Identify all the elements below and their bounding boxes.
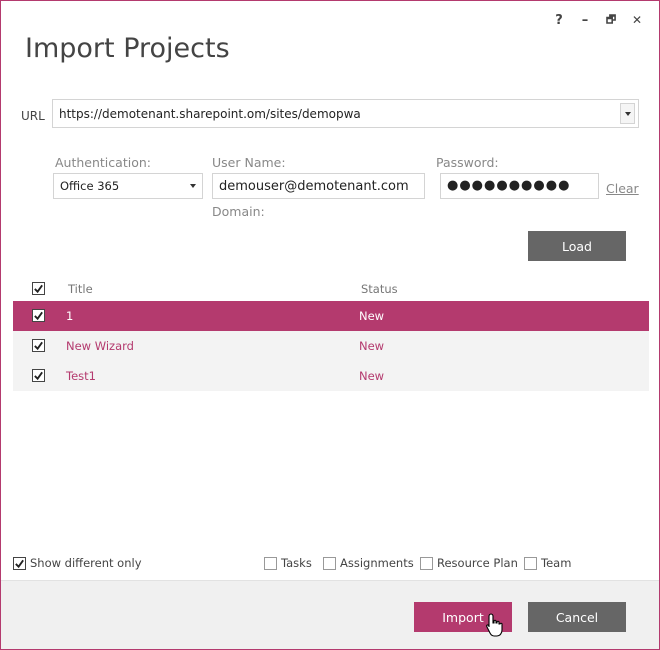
password-field[interactable]: ●●●●●●●●●● (440, 173, 599, 199)
show-different-only-checkbox[interactable] (13, 557, 26, 570)
checkmark-icon (34, 371, 43, 381)
row-status: New (359, 369, 385, 383)
chevron-down-icon (189, 184, 196, 188)
select-all-checkbox[interactable] (32, 282, 45, 295)
row-checkbox[interactable] (32, 339, 45, 352)
assignments-label[interactable]: Assignments (340, 556, 414, 570)
resource-plan-checkbox[interactable] (420, 557, 433, 570)
show-different-only-label[interactable]: Show different only (30, 556, 142, 570)
authentication-dropdown-button[interactable] (185, 176, 200, 196)
checkmark-icon (34, 311, 43, 321)
checkmark-icon (34, 284, 43, 294)
authentication-select[interactable]: Office 365 (53, 173, 203, 199)
table-row[interactable]: Test1 New (13, 361, 649, 391)
clear-link[interactable]: Clear (606, 181, 639, 196)
dialog-footer: Import Cancel (1, 580, 659, 649)
username-field[interactable]: demouser@demotenant.com (212, 173, 425, 199)
tasks-label[interactable]: Tasks (281, 556, 312, 570)
row-title: Test1 (66, 369, 96, 383)
column-header-title[interactable]: Title (68, 282, 93, 296)
load-button-label: Load (562, 238, 592, 254)
url-label: URL (21, 109, 45, 123)
import-button-label: Import (442, 609, 484, 625)
username-label: User Name: (212, 155, 286, 170)
authentication-label: Authentication: (55, 155, 151, 170)
cancel-button-label: Cancel (555, 609, 599, 625)
row-checkbox[interactable] (32, 369, 45, 382)
url-combobox[interactable]: https://demotenant.sharepoint.om/sites/d… (52, 99, 639, 128)
help-icon[interactable]: ? (549, 10, 569, 30)
close-icon[interactable]: ✕ (627, 10, 647, 30)
url-value: https://demotenant.sharepoint.om/sites/d… (59, 107, 361, 121)
load-button[interactable]: Load (528, 231, 626, 261)
table-row[interactable]: 1 New (13, 301, 649, 331)
row-title: New Wizard (66, 339, 134, 353)
password-label: Password: (436, 155, 499, 170)
assignments-checkbox[interactable] (323, 557, 336, 570)
checkmark-icon (34, 341, 43, 351)
domain-label: Domain: (212, 204, 265, 219)
table-header: Title Status (13, 279, 649, 299)
hand-cursor-icon (486, 613, 503, 637)
row-title: 1 (66, 309, 74, 323)
team-checkbox[interactable] (524, 557, 537, 570)
checkmark-icon (15, 559, 24, 569)
resource-plan-label[interactable]: Resource Plan (437, 556, 518, 570)
row-status: New (359, 309, 385, 323)
team-label[interactable]: Team (541, 556, 571, 570)
tasks-checkbox[interactable] (264, 557, 277, 570)
chevron-down-icon (624, 111, 631, 116)
table-row[interactable]: New Wizard New (13, 331, 649, 361)
url-dropdown-button[interactable] (620, 103, 635, 124)
column-header-status[interactable]: Status (361, 282, 398, 296)
row-status: New (359, 339, 385, 353)
username-value: demouser@demotenant.com (219, 179, 409, 194)
password-mask: ●●●●●●●●●● (447, 178, 571, 193)
cancel-button[interactable]: Cancel (528, 602, 626, 632)
row-checkbox[interactable] (32, 309, 45, 322)
dialog-title: Import Projects (25, 33, 230, 64)
minimize-icon[interactable]: – (575, 10, 595, 30)
import-projects-dialog: ? – 🗗 ✕ Import Projects URL https://demo… (0, 0, 660, 650)
restore-icon[interactable]: 🗗 (601, 10, 621, 30)
authentication-value: Office 365 (60, 179, 120, 193)
